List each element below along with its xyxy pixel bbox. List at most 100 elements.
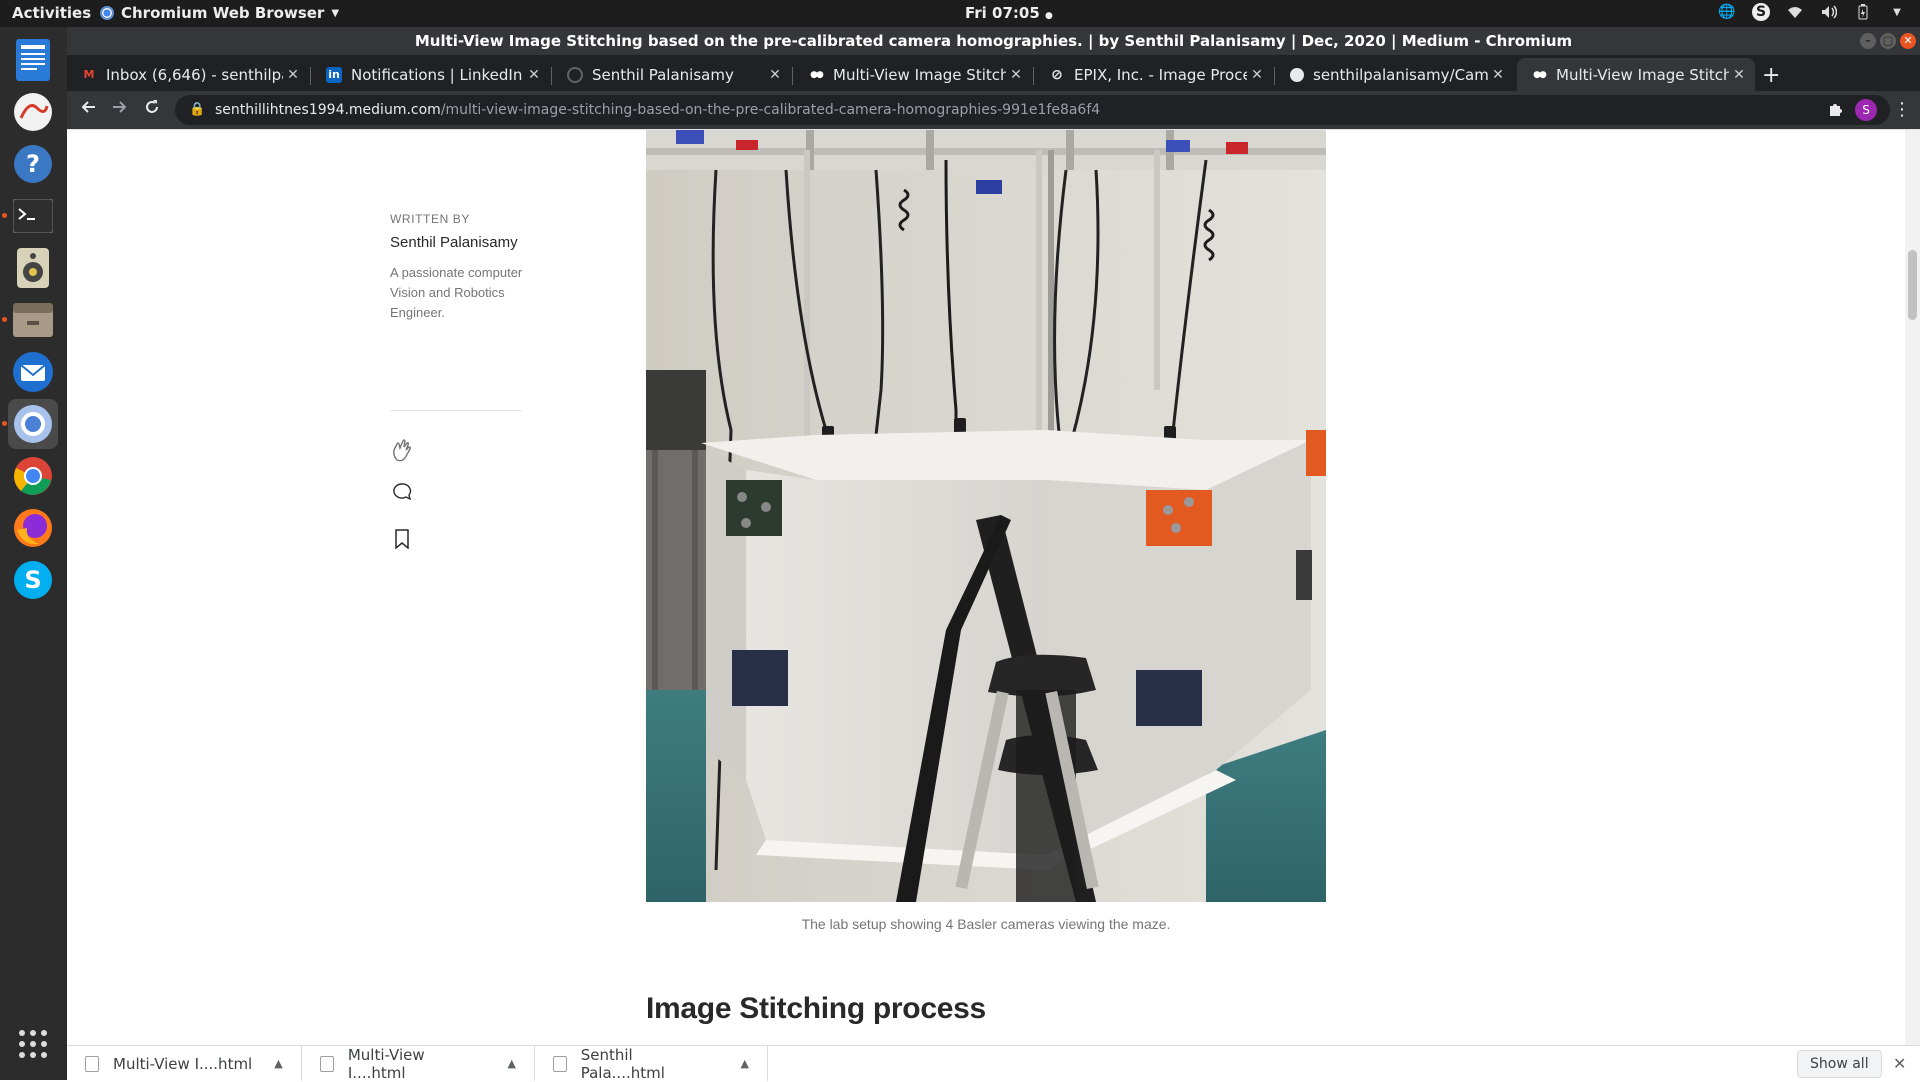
profile-avatar[interactable]: S: [1855, 99, 1877, 121]
dock-pdf-viewer[interactable]: [8, 87, 58, 137]
dock-chrome[interactable]: [8, 451, 58, 501]
bookmark-button[interactable]: [390, 527, 414, 551]
download-filename: Multi-View I....html: [347, 1045, 425, 1082]
download-filename: Senthil Pala....html: [580, 1045, 665, 1082]
minimize-button[interactable]: –: [1860, 33, 1876, 49]
chevron-up-icon[interactable]: ▲: [274, 1057, 282, 1070]
tab-linkedin[interactable]: in Notifications | LinkedIn ✕: [312, 58, 550, 91]
tab-title: senthilpalanisamy/Camer: [1313, 65, 1488, 84]
download-filename: Multi-View I....html: [113, 1054, 253, 1073]
show-all-downloads-button[interactable]: Show all: [1797, 1050, 1882, 1078]
dock-help[interactable]: ?: [8, 139, 58, 189]
skype-icon: S: [14, 561, 52, 599]
written-by-label: WRITTEN BY: [390, 212, 470, 226]
activities-button[interactable]: Activities: [12, 4, 91, 22]
file-icon: [320, 1055, 334, 1072]
close-window-button[interactable]: ✕: [1900, 33, 1916, 49]
download-item[interactable]: Multi-View I....html ▲: [302, 1045, 535, 1082]
dock-firefox[interactable]: [8, 503, 58, 553]
chevron-up-icon[interactable]: ▲: [508, 1057, 516, 1070]
tab-github[interactable]: senthilpalanisamy/Camer ✕: [1276, 58, 1514, 91]
volume-icon[interactable]: [1820, 3, 1838, 21]
download-item[interactable]: Senthil Pala....html ▲: [535, 1045, 768, 1082]
power-menu-icon[interactable]: ▼: [1888, 3, 1906, 21]
figure-caption: The lab setup showing 4 Basler cameras v…: [801, 916, 1171, 932]
page-scrollbar[interactable]: [1905, 130, 1920, 1045]
close-tab-icon[interactable]: ✕: [283, 67, 303, 83]
tab-divider: [1274, 67, 1275, 85]
running-indicator: [2, 421, 7, 426]
reload-button[interactable]: [141, 99, 163, 120]
app-menu[interactable]: Chromium Web Browser ▼: [100, 4, 339, 22]
arrow-right-icon: [113, 101, 127, 113]
address-bar[interactable]: 🔒 senthillihtnes1994.medium.com/multi-vi…: [175, 95, 1890, 125]
comment-button[interactable]: [390, 480, 414, 504]
sidebar-divider: [390, 410, 522, 411]
dock-terminal[interactable]: [2, 191, 58, 241]
wifi-icon[interactable]: [1786, 3, 1804, 21]
pdf-icon: [14, 93, 52, 131]
chromium-icon: [100, 6, 114, 20]
bookmark-icon: [395, 529, 409, 549]
battery-icon[interactable]: [1854, 3, 1872, 21]
ubuntu-dock: ? S: [0, 27, 67, 1080]
chromium-window: Multi-View Image Stitching based on the …: [67, 27, 1920, 1082]
close-tab-icon[interactable]: ✕: [1488, 67, 1508, 83]
dock-files[interactable]: [2, 295, 58, 345]
scrollbar-thumb[interactable]: [1908, 250, 1917, 320]
author-bio: A passionate computer Vision and Robotic…: [390, 265, 523, 320]
skype-tray-icon[interactable]: S: [1752, 3, 1770, 21]
article-page: WRITTEN BY Senthil Palanisamy A passiona…: [67, 129, 1920, 1045]
comment-icon: [393, 483, 412, 501]
close-tab-icon[interactable]: ✕: [524, 67, 544, 83]
author-name-link[interactable]: Senthil Palanisamy: [390, 233, 525, 253]
tab-divider: [551, 67, 552, 85]
chevron-up-icon[interactable]: ▲: [741, 1057, 749, 1070]
file-icon: [553, 1055, 567, 1072]
window-titlebar[interactable]: Multi-View Image Stitching based on the …: [67, 27, 1920, 55]
globe-icon: [567, 66, 583, 83]
tab-inbox[interactable]: M Inbox (6,646) - senthilpala ✕: [67, 58, 309, 91]
dock-chromium[interactable]: [2, 399, 58, 449]
clap-button[interactable]: [390, 438, 414, 462]
forward-button[interactable]: [109, 99, 131, 120]
chrome-icon: [14, 457, 52, 495]
lock-icon[interactable]: 🔒: [189, 95, 205, 125]
linkedin-icon: in: [326, 66, 342, 83]
tab-epix[interactable]: ⊘ EPIX, Inc. - Image Processi ✕: [1035, 58, 1273, 91]
epix-icon: ⊘: [1051, 66, 1063, 83]
download-shelf: Multi-View I....html ▲ Multi-View I....h…: [67, 1045, 1920, 1082]
close-tab-icon[interactable]: ✕: [1006, 67, 1026, 83]
globe-icon[interactable]: 🌐: [1718, 3, 1736, 21]
tab-medium-article[interactable]: ●● Multi-View Image Stitchin ✕: [794, 58, 1032, 91]
clock-label: Fri 07:05: [965, 4, 1040, 22]
dock-rhythmbox[interactable]: [8, 243, 58, 293]
dock-text-editor[interactable]: [8, 35, 58, 85]
system-tray[interactable]: 🌐 S ▼: [1718, 3, 1906, 21]
url-host: senthillihtnes1994.medium.com: [215, 102, 441, 118]
close-tab-icon[interactable]: ✕: [765, 67, 785, 83]
back-button[interactable]: [77, 99, 99, 120]
dock-thunderbird[interactable]: [8, 347, 58, 397]
dock-skype[interactable]: S: [8, 555, 58, 605]
tab-divider: [310, 67, 311, 85]
file-icon: [85, 1055, 99, 1072]
close-tab-icon[interactable]: ✕: [1247, 67, 1267, 83]
tab-senthil-palanisamy[interactable]: Senthil Palanisamy ✕: [553, 58, 791, 91]
maximize-button[interactable]: ▢: [1880, 33, 1896, 49]
thunderbird-icon: [13, 352, 53, 392]
running-indicator: [2, 213, 7, 218]
running-indicator: [2, 317, 7, 322]
more-menu-icon[interactable]: ⋮: [1893, 99, 1911, 120]
new-tab-button[interactable]: +: [1762, 63, 1780, 88]
lab-setup-illustration: [646, 130, 1326, 902]
clock[interactable]: Fri 07:05 ●: [965, 4, 1053, 22]
dock-app-grid[interactable]: [8, 1019, 58, 1069]
download-item[interactable]: Multi-View I....html ▲: [67, 1046, 302, 1081]
tab-medium-article-active[interactable]: ●● Multi-View Image Stitchin ✕: [1517, 58, 1755, 91]
close-tab-icon[interactable]: ✕: [1729, 67, 1749, 83]
firefox-icon: [14, 509, 52, 547]
tab-title: Multi-View Image Stitchin: [833, 65, 1006, 84]
close-download-shelf-icon[interactable]: ✕: [1893, 1054, 1906, 1073]
extensions-icon[interactable]: [1828, 101, 1844, 121]
